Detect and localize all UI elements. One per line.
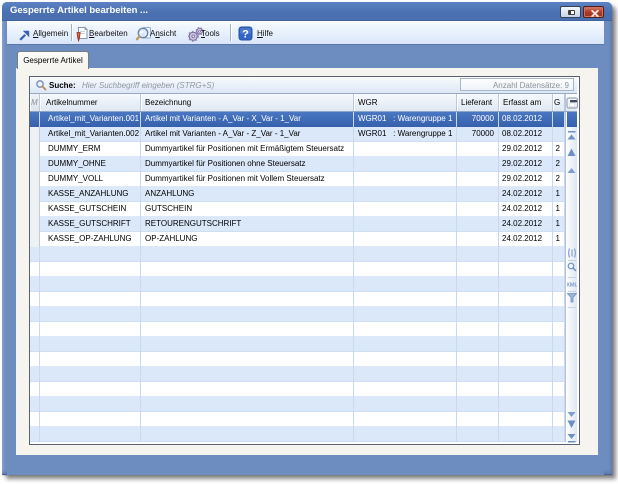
svg-text:?: ? (242, 29, 249, 41)
svg-text:XML: XML (567, 283, 577, 289)
